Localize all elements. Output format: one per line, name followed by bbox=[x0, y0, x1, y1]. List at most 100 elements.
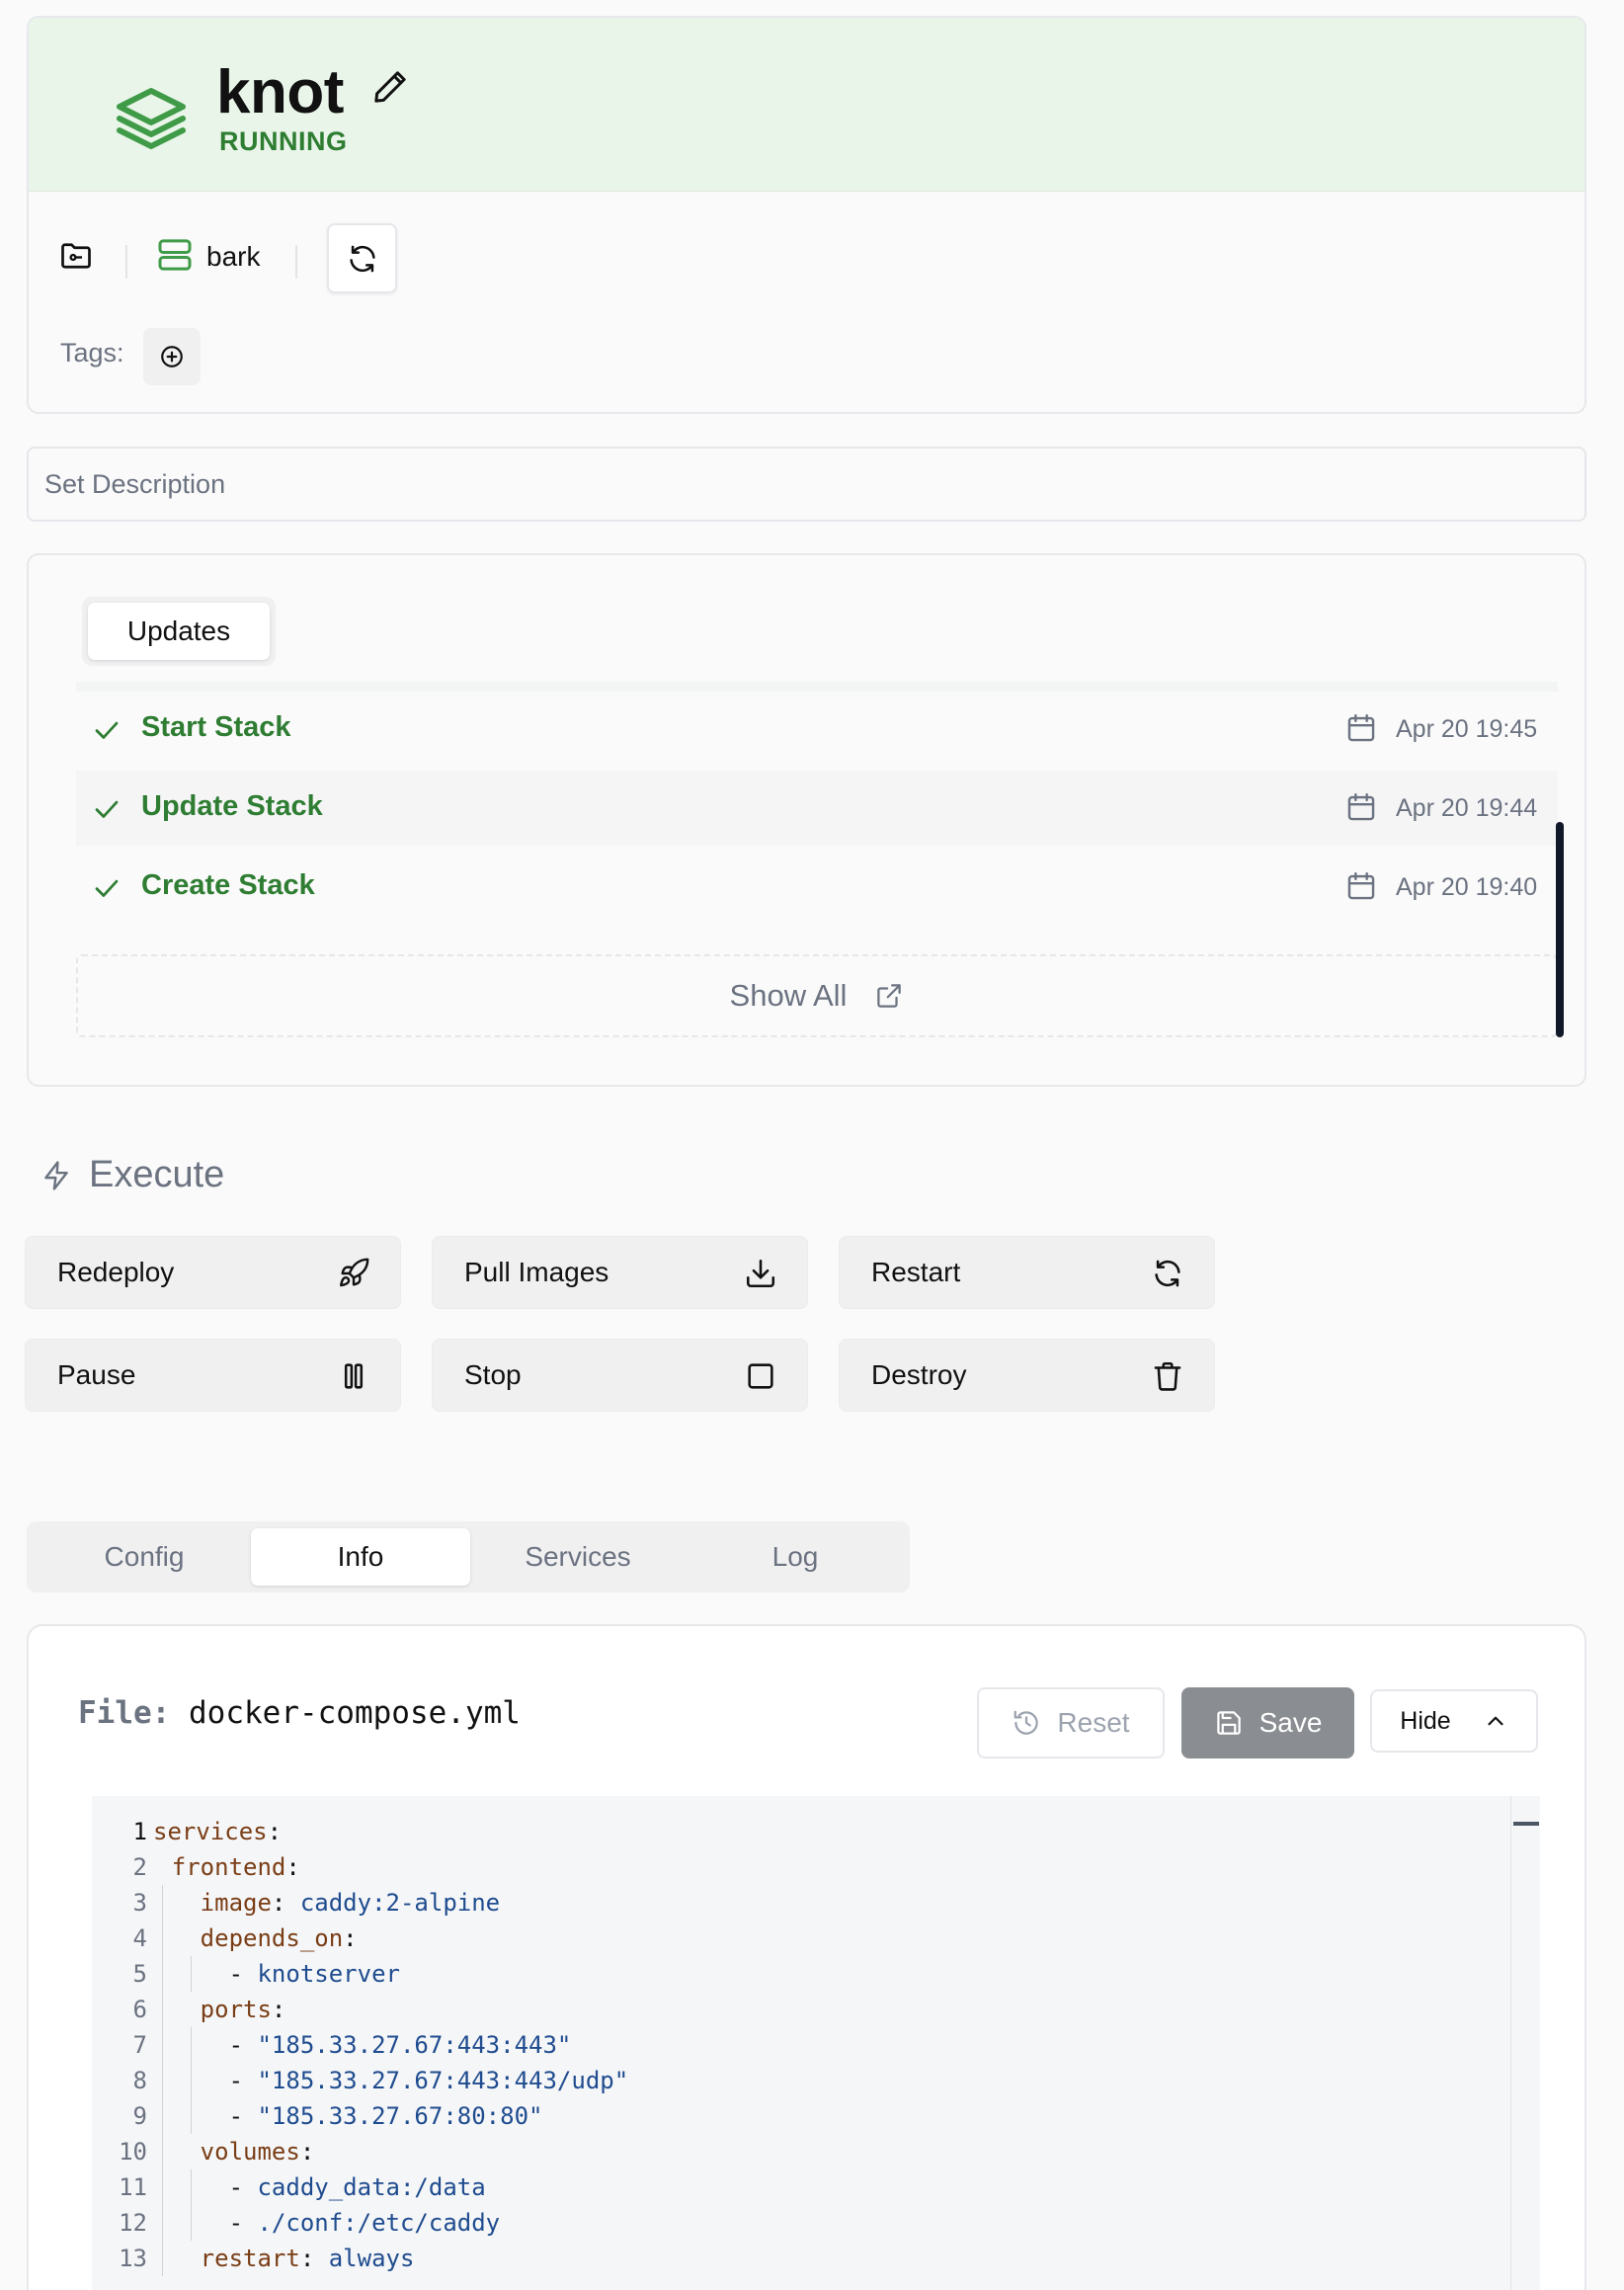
update-date: Apr 20 19:45 bbox=[1396, 715, 1538, 743]
stack-title: knot bbox=[216, 58, 344, 126]
indent-guide bbox=[191, 2063, 193, 2098]
update-name: Create Stack bbox=[141, 869, 315, 901]
tab-services[interactable]: Services bbox=[468, 1528, 688, 1586]
pull-images-button[interactable]: Pull Images bbox=[432, 1236, 808, 1309]
update-row[interactable]: Create Stack Apr 20 19:40 bbox=[76, 850, 1558, 925]
line-number: 10 bbox=[119, 2138, 147, 2166]
line-number: 12 bbox=[119, 2209, 147, 2237]
add-tag-button[interactable] bbox=[143, 328, 201, 385]
tags-label: Tags: bbox=[60, 338, 124, 368]
update-date: Apr 20 19:44 bbox=[1396, 794, 1538, 822]
indent-guide bbox=[162, 2098, 164, 2134]
restart-button[interactable]: Restart bbox=[839, 1236, 1215, 1309]
code-key: services bbox=[153, 1818, 268, 1845]
stop-icon bbox=[748, 1363, 773, 1389]
code-line: 1 services: bbox=[92, 1814, 1475, 1849]
line-number: 3 bbox=[132, 1889, 147, 1917]
code-text: image: caddy:2-alpine bbox=[201, 1885, 500, 1921]
trash-icon bbox=[1154, 1361, 1181, 1391]
code-editor[interactable]: 1 services: 2 frontend: 3 image: caddy:2-alpi… bbox=[92, 1796, 1540, 2290]
code-line: 9 - "185.33.27.67:80:80" bbox=[92, 2098, 1475, 2134]
code-punct: - bbox=[228, 2031, 258, 2059]
code-value: caddy_data:/data bbox=[257, 2173, 486, 2201]
lightning-icon bbox=[44, 1160, 68, 1190]
calendar-icon bbox=[1347, 872, 1375, 900]
file-label: File: docker-compose.yml bbox=[78, 1695, 521, 1731]
redeploy-button[interactable]: Redeploy bbox=[25, 1236, 401, 1309]
code-line: 7 - "185.33.27.67:443:443" bbox=[92, 2027, 1475, 2063]
code-punct: - bbox=[228, 2067, 258, 2094]
save-icon bbox=[1216, 1711, 1241, 1735]
tab-config[interactable]: Config bbox=[35, 1528, 254, 1586]
server-icon bbox=[158, 239, 192, 271]
folder-icon[interactable] bbox=[58, 238, 94, 274]
code-line: 5 - knotserver bbox=[92, 1956, 1475, 1992]
code-punct: : bbox=[267, 1818, 283, 1845]
description-input[interactable] bbox=[27, 447, 1586, 522]
code-punct: : bbox=[299, 2245, 329, 2272]
save-button[interactable]: Save bbox=[1181, 1687, 1354, 1758]
code-key: volumes bbox=[200, 2138, 300, 2166]
code-text: - caddy_data:/data bbox=[229, 2169, 486, 2205]
indent-guide bbox=[162, 1992, 164, 2027]
indent-guide bbox=[162, 2169, 164, 2205]
updates-card: Updates Start Stack Apr 20 19:45 Update … bbox=[27, 553, 1586, 1087]
code-punct: : bbox=[271, 1996, 286, 2023]
server-name[interactable]: bark bbox=[206, 241, 260, 273]
code-line: 10 volumes: bbox=[92, 2134, 1475, 2169]
code-punct: : bbox=[299, 2138, 315, 2166]
show-all-button[interactable]: Show All bbox=[76, 954, 1558, 1037]
history-icon bbox=[1015, 1710, 1039, 1735]
line-number: 5 bbox=[132, 1960, 147, 1988]
code-key: image bbox=[200, 1889, 272, 1917]
update-row[interactable]: Start Stack Apr 20 19:45 bbox=[76, 692, 1558, 767]
stack-tabs: Config Info Services Log bbox=[27, 1521, 910, 1593]
file-label-prefix: File: bbox=[78, 1695, 171, 1731]
refresh-button[interactable] bbox=[327, 223, 397, 293]
indent-guide bbox=[191, 2205, 193, 2241]
redeploy-label: Redeploy bbox=[57, 1257, 175, 1287]
destroy-label: Destroy bbox=[871, 1359, 967, 1390]
editor-scrollbar[interactable] bbox=[1510, 1796, 1540, 2290]
code-text: - "185.33.27.67:443:443/udp" bbox=[229, 2063, 629, 2098]
line-number: 8 bbox=[132, 2067, 147, 2094]
code-text: volumes: bbox=[201, 2134, 315, 2169]
indent-guide bbox=[162, 2205, 164, 2241]
code-line: 11 - caddy_data:/data bbox=[92, 2169, 1475, 2205]
code-text: frontend: bbox=[172, 1849, 300, 1885]
indent-guide bbox=[162, 2063, 164, 2098]
code-line: 2 frontend: bbox=[92, 1849, 1475, 1885]
calendar-icon bbox=[1347, 714, 1375, 742]
destroy-button[interactable]: Destroy bbox=[839, 1339, 1215, 1412]
code-punct: - bbox=[228, 1960, 258, 1988]
tab-info[interactable]: Info bbox=[251, 1528, 470, 1586]
hide-button[interactable]: Hide bbox=[1370, 1689, 1538, 1753]
refresh-icon bbox=[1155, 1260, 1180, 1287]
code-text: - ./conf:/etc/caddy bbox=[229, 2205, 501, 2241]
refresh-icon bbox=[349, 245, 375, 272]
indent-guide bbox=[191, 1956, 193, 1992]
code-key: restart bbox=[200, 2245, 300, 2272]
external-link-icon bbox=[877, 984, 902, 1008]
line-number: 2 bbox=[132, 1853, 147, 1881]
line-number: 7 bbox=[132, 2031, 147, 2059]
plus-circle-icon bbox=[161, 346, 183, 368]
stack-header-card: knot RUNNING bark Tags: bbox=[27, 16, 1586, 414]
stop-button[interactable]: Stop bbox=[432, 1339, 808, 1412]
reset-button[interactable]: Reset bbox=[977, 1687, 1165, 1758]
code-key: frontend bbox=[171, 1853, 286, 1881]
code-value: "185.33.27.67:443:443/udp" bbox=[257, 2067, 629, 2094]
tab-log[interactable]: Log bbox=[686, 1528, 905, 1586]
line-number: 1 bbox=[132, 1818, 147, 1845]
execute-heading: Execute bbox=[40, 1154, 224, 1196]
line-number: 11 bbox=[119, 2173, 147, 2201]
updates-scrollbar[interactable] bbox=[1556, 822, 1564, 1037]
tab-updates[interactable]: Updates bbox=[88, 603, 270, 660]
pause-button[interactable]: Pause bbox=[25, 1339, 401, 1412]
code-line: 13 restart: always bbox=[92, 2241, 1475, 2276]
pencil-icon[interactable] bbox=[370, 67, 410, 107]
stack-header-band: knot RUNNING bbox=[29, 18, 1584, 192]
update-row[interactable]: Update Stack Apr 20 19:44 bbox=[76, 771, 1558, 846]
code-text: - "185.33.27.67:80:80" bbox=[229, 2098, 543, 2134]
calendar-icon bbox=[1347, 793, 1375, 821]
